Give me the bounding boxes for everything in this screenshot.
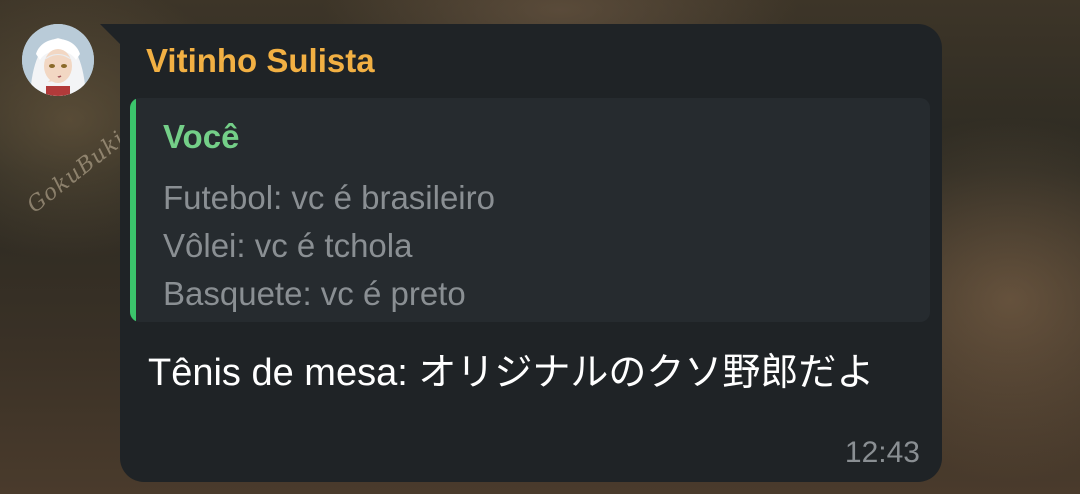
avatar-image [22, 24, 94, 96]
reply-text: Futebol: vc é brasileiro Vôlei: vc é tch… [163, 174, 495, 318]
message-text: Tênis de mesa: オリジナルのクソ野郎だよ [148, 352, 875, 394]
message-timestamp: 12:43 [844, 436, 920, 469]
sender-avatar[interactable] [22, 24, 94, 96]
reply-line: Vôlei: vc é tchola [163, 227, 413, 264]
reply-quote[interactable]: Você Futebol: vc é brasileiro Vôlei: vc … [130, 98, 930, 322]
reply-line: Futebol: vc é brasileiro [163, 179, 495, 216]
reply-author: Você [163, 118, 240, 155]
wallpaper-watermark: GokuBuki [22, 126, 131, 219]
reply-accent-bar [130, 98, 136, 322]
bubble-tail [100, 24, 120, 44]
message-bubble[interactable]: Vitinho Sulista Você Futebol: vc é brasi… [120, 24, 942, 482]
reply-line: Basquete: vc é preto [163, 275, 466, 312]
sender-name[interactable]: Vitinho Sulista [146, 42, 375, 80]
